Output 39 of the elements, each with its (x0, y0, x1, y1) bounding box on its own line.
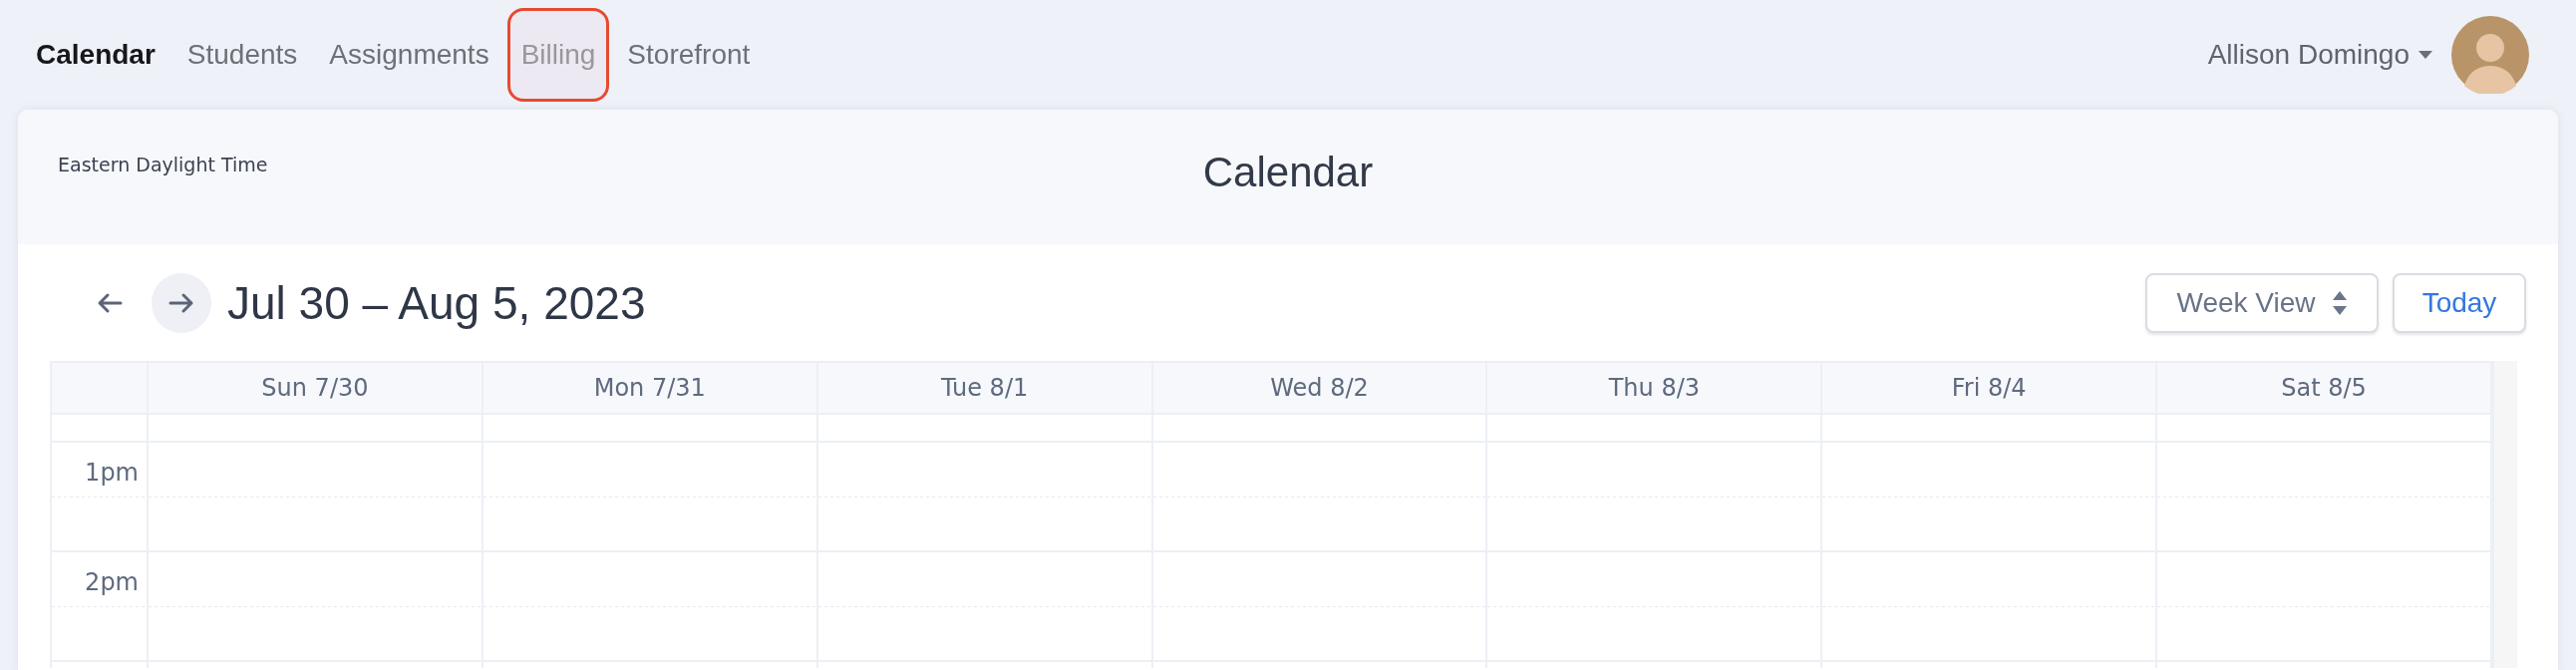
day-header: Tue 8/1 (817, 363, 1153, 415)
day-header: Fri 8/4 (1822, 363, 2158, 415)
calendar-cell[interactable] (2157, 552, 2492, 662)
calendar-cell[interactable] (1152, 443, 1488, 552)
calendar-cell[interactable] (2157, 443, 2492, 552)
calendar-cell[interactable] (149, 552, 483, 662)
nav-tab[interactable]: Billing (506, 8, 610, 102)
right-arrow-icon (168, 291, 194, 314)
day-header: Sun 7/30 (149, 363, 483, 415)
day-header: Mon 7/31 (483, 363, 818, 415)
day-header: Sat 8/5 (2157, 363, 2492, 415)
timezone-label: Eastern Daylight Time (58, 154, 268, 175)
day-header: Wed 8/2 (1152, 363, 1488, 415)
calendar-cell[interactable] (1487, 552, 1823, 662)
left-arrow-icon (97, 291, 123, 314)
time-label: 2pm (85, 568, 139, 596)
nav-tab[interactable]: Calendar (22, 8, 169, 102)
time-label: 1pm (85, 459, 139, 487)
caret-icon (2417, 50, 2433, 60)
calendar-cell[interactable] (1487, 443, 1823, 552)
sort-icon (2331, 289, 2348, 316)
calendar-cell[interactable] (817, 552, 1153, 662)
calendar-cell[interactable] (1822, 443, 2158, 552)
calendar-cell[interactable] (1822, 552, 2158, 662)
today-button[interactable]: Today (2393, 272, 2526, 333)
nav-tab[interactable]: Storefront (613, 8, 765, 102)
calendar-cell[interactable] (149, 443, 483, 552)
avatar[interactable] (2451, 16, 2529, 94)
calendar-cell[interactable] (817, 443, 1153, 552)
calendar-cell[interactable] (483, 552, 818, 662)
day-header: Thu 8/3 (1487, 363, 1823, 415)
user-menu[interactable]: Allison Domingo (2207, 39, 2433, 71)
date-range: Jul 30 – Aug 5, 2023 (227, 275, 646, 330)
nav-tab[interactable]: Students (172, 8, 312, 102)
nav-tab[interactable]: Assignments (315, 8, 503, 102)
calendar-cell[interactable] (1152, 552, 1488, 662)
calendar-cell[interactable] (483, 443, 818, 552)
page-title: Calendar (1202, 148, 1374, 196)
view-select[interactable]: Week View (2145, 272, 2379, 333)
